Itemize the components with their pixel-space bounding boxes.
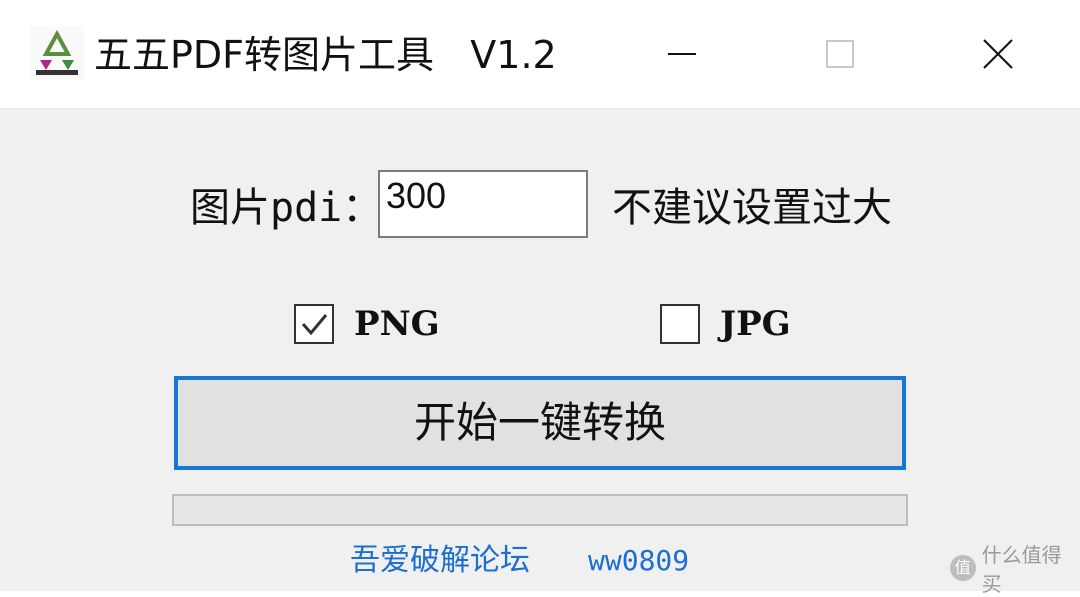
forum-link[interactable]: 吾爱破解论坛 bbox=[350, 540, 530, 582]
dpi-input[interactable]: 300 bbox=[378, 170, 588, 238]
dpi-label: 图片pdi： bbox=[190, 185, 383, 231]
watermark: 值 什么值得买 bbox=[950, 543, 1080, 596]
convert-button[interactable]: 开始一键转换 bbox=[174, 376, 906, 470]
user-link[interactable]: ww0809 bbox=[588, 540, 689, 582]
window-title: 五五PDF转图片工具 V1.2 bbox=[94, 33, 557, 77]
jpg-checkbox-label[interactable]: JPG bbox=[720, 300, 791, 348]
maximize-button[interactable] bbox=[810, 28, 870, 80]
minimize-button[interactable] bbox=[652, 28, 712, 80]
close-button[interactable] bbox=[968, 28, 1028, 80]
checkmark-icon bbox=[301, 314, 328, 336]
app-logo-icon bbox=[30, 26, 84, 80]
app-window: 五五PDF转图片工具 V1.2 图片pdi： 300 不建议设置过大 PNG J… bbox=[0, 0, 1080, 596]
png-checkbox-label[interactable]: PNG bbox=[354, 300, 440, 348]
watermark-text: 什么值得买 bbox=[981, 543, 1062, 596]
png-checkbox[interactable] bbox=[294, 304, 334, 344]
title-bar[interactable]: 五五PDF转图片工具 V1.2 bbox=[0, 0, 1080, 109]
jpg-checkbox[interactable] bbox=[660, 304, 700, 344]
watermark-logo-icon: 值 bbox=[950, 555, 976, 581]
dpi-hint: 不建议设置过大 bbox=[612, 185, 892, 231]
close-icon bbox=[983, 39, 1013, 69]
progress-bar bbox=[172, 494, 908, 526]
maximize-icon bbox=[826, 40, 854, 68]
minimize-icon bbox=[668, 53, 696, 55]
